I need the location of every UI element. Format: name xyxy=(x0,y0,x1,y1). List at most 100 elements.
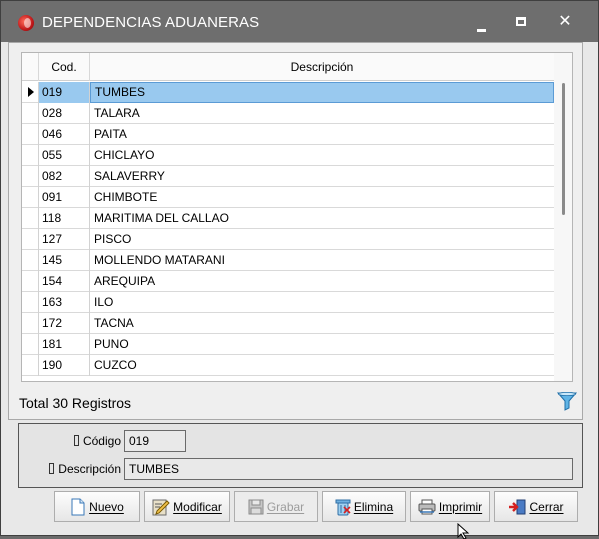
cell-code[interactable]: 118 xyxy=(38,208,90,229)
cell-code[interactable]: 028 xyxy=(38,103,90,124)
new-document-icon xyxy=(71,498,85,515)
detail-panel: Código 019 Descripción TUMBES xyxy=(18,423,583,488)
grid-rows: 019 TUMBES 028 TALARA 046 PAITA 055 CHICLAYO 082… xyxy=(22,82,554,376)
cell-code[interactable]: 181 xyxy=(38,334,90,355)
edit-icon xyxy=(152,499,170,515)
close-button[interactable]: Cerrar xyxy=(494,491,578,522)
maximize-icon xyxy=(516,17,526,26)
row-indicator[interactable] xyxy=(22,313,38,334)
code-field[interactable]: 019 xyxy=(124,430,186,452)
table-row[interactable]: 172 TACNA xyxy=(22,313,554,334)
row-indicator[interactable] xyxy=(22,124,38,145)
filter-icon[interactable] xyxy=(556,390,578,412)
table-row[interactable]: 019 TUMBES xyxy=(22,82,554,103)
row-indicator[interactable] xyxy=(22,145,38,166)
table-row[interactable]: 181 PUNO xyxy=(22,334,554,355)
column-header-description[interactable]: Descripción xyxy=(90,53,554,81)
cell-code[interactable]: 145 xyxy=(38,250,90,271)
print-button-label: Imprimir xyxy=(438,499,483,514)
cell-description[interactable]: SALAVERRY xyxy=(90,166,554,187)
cell-code[interactable]: 046 xyxy=(38,124,90,145)
table-row[interactable]: 190 CUZCO xyxy=(22,355,554,376)
cell-code[interactable]: 190 xyxy=(38,355,90,376)
save-icon xyxy=(248,499,264,514)
description-label: Descripción xyxy=(31,462,121,476)
minimize-icon xyxy=(476,29,486,32)
total-records: Total 30 Registros xyxy=(19,395,132,411)
row-indicator[interactable] xyxy=(22,292,38,313)
app-logo-icon xyxy=(18,15,34,31)
save-button[interactable]: Grabar xyxy=(234,491,318,522)
cell-code[interactable]: 082 xyxy=(38,166,90,187)
row-indicator[interactable] xyxy=(22,250,38,271)
column-header-code[interactable]: Cod. xyxy=(38,53,90,81)
new-button[interactable]: Nuevo xyxy=(54,491,140,522)
grid-panel: Cod. Descripción 019 TUMBES 028 TALARA 046 PA… xyxy=(8,42,583,420)
row-indicator[interactable] xyxy=(22,229,38,250)
close-icon: ✕ xyxy=(558,13,572,30)
scrollbar-thumb[interactable] xyxy=(562,83,565,215)
cell-description[interactable]: CHICLAYO xyxy=(90,145,554,166)
row-indicator[interactable] xyxy=(22,166,38,187)
table-row[interactable]: 118 MARITIMA DEL CALLAO xyxy=(22,208,554,229)
cell-description[interactable]: PAITA xyxy=(90,124,554,145)
delete-button-label: Elimina xyxy=(353,499,394,514)
cell-code[interactable]: 163 xyxy=(38,292,90,313)
cell-code[interactable]: 172 xyxy=(38,313,90,334)
printer-icon xyxy=(418,499,436,514)
table-row[interactable]: 154 AREQUIPA xyxy=(22,271,554,292)
description-field[interactable]: TUMBES xyxy=(124,458,573,480)
table-row[interactable]: 046 PAITA xyxy=(22,124,554,145)
window-title: DEPENDENCIAS ADUANERAS xyxy=(42,14,260,31)
table-row[interactable]: 055 CHICLAYO xyxy=(22,145,554,166)
cell-code[interactable]: 127 xyxy=(38,229,90,250)
cell-description[interactable]: PISCO xyxy=(90,229,554,250)
cell-code[interactable]: 019 xyxy=(38,82,90,103)
cell-code[interactable]: 055 xyxy=(38,145,90,166)
maximize-button[interactable] xyxy=(506,9,536,35)
row-indicator[interactable] xyxy=(22,355,38,376)
dependencias-window: DEPENDENCIAS ADUANERAS ✕ Cod. Descripció… xyxy=(0,0,599,539)
print-button[interactable]: Imprimir xyxy=(410,491,490,522)
minimize-button[interactable] xyxy=(466,9,496,35)
row-indicator[interactable] xyxy=(22,334,38,355)
table-row[interactable]: 145 MOLLENDO MATARANI xyxy=(22,250,554,271)
save-button-label: Grabar xyxy=(266,499,305,514)
cell-description[interactable]: MARITIMA DEL CALLAO xyxy=(90,208,554,229)
row-indicator[interactable] xyxy=(22,187,38,208)
grid-header: Cod. Descripción xyxy=(22,53,554,81)
table-row[interactable]: 082 SALAVERRY xyxy=(22,166,554,187)
cell-description[interactable]: AREQUIPA xyxy=(90,271,554,292)
table-row[interactable]: 163 ILO xyxy=(22,292,554,313)
row-indicator[interactable] xyxy=(22,271,38,292)
cell-description[interactable]: TALARA xyxy=(90,103,554,124)
close-window-button[interactable]: ✕ xyxy=(550,9,580,35)
row-indicator[interactable] xyxy=(22,103,38,124)
cell-description[interactable]: TUMBES xyxy=(90,82,554,103)
table-row[interactable]: 091 CHIMBOTE xyxy=(22,187,554,208)
mouse-cursor-icon xyxy=(457,523,470,539)
close-button-label: Cerrar xyxy=(529,499,564,514)
code-label: Código xyxy=(61,434,121,448)
cell-description[interactable]: PUNO xyxy=(90,334,554,355)
cell-description[interactable]: CHIMBOTE xyxy=(90,187,554,208)
row-indicator[interactable] xyxy=(22,208,38,229)
new-button-label: Nuevo xyxy=(89,499,124,514)
delete-button[interactable]: Elimina xyxy=(322,491,406,522)
dependencias-grid[interactable]: Cod. Descripción 019 TUMBES 028 TALARA 046 PA… xyxy=(21,52,573,382)
row-pointer-icon[interactable] xyxy=(22,82,38,103)
modify-button[interactable]: Modificar xyxy=(144,491,230,522)
cell-code[interactable]: 091 xyxy=(38,187,90,208)
cell-description[interactable]: MOLLENDO MATARANI xyxy=(90,250,554,271)
table-row[interactable]: 127 PISCO xyxy=(22,229,554,250)
modify-button-label: Modificar xyxy=(173,499,222,514)
title-bar[interactable]: DEPENDENCIAS ADUANERAS ✕ xyxy=(1,1,598,42)
cell-code[interactable]: 154 xyxy=(38,271,90,292)
trash-icon xyxy=(335,499,351,515)
table-row[interactable]: 028 TALARA xyxy=(22,103,554,124)
exit-door-icon xyxy=(509,499,526,514)
cell-description[interactable]: ILO xyxy=(90,292,554,313)
cell-description[interactable]: TACNA xyxy=(90,313,554,334)
cell-description[interactable]: CUZCO xyxy=(90,355,554,376)
vertical-scrollbar[interactable] xyxy=(554,53,572,381)
